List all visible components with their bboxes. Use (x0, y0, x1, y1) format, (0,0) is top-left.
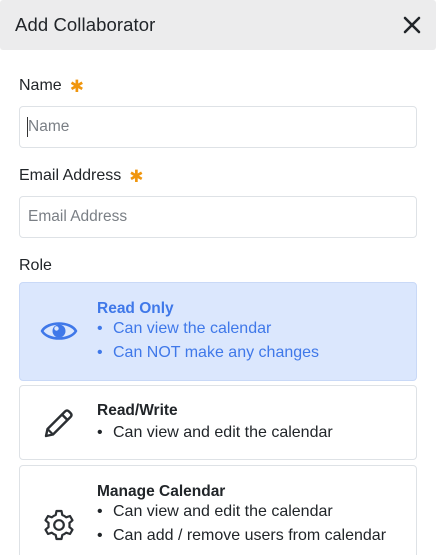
gear-icon (40, 506, 78, 544)
close-x-icon (403, 16, 421, 34)
role-option-read-write[interactable]: Read/Write • Can view and edit the calend… (19, 385, 417, 460)
email-label-text: Email Address (19, 167, 122, 184)
required-asterisk-icon: ✱ (69, 76, 84, 96)
email-input[interactable] (19, 196, 417, 238)
role-bullet: • Can NOT make any changes (97, 344, 320, 361)
email-label: Email Address ✱ (19, 167, 144, 185)
name-input[interactable] (19, 106, 417, 148)
role-title: Read Only (97, 300, 174, 317)
close-button[interactable] (400, 13, 424, 37)
role-bullet: • Can view the calendar (97, 320, 272, 337)
role-bullet: • Can view and edit the calendar (97, 424, 333, 441)
text-caret (27, 117, 28, 137)
dialog-title: Add Collaborator (15, 14, 156, 35)
dialog-header: Add Collaborator (0, 0, 436, 50)
eye-icon (40, 312, 78, 350)
role-title: Manage Calendar (97, 483, 226, 500)
role-option-manage-calendar[interactable]: Manage Calendar • Can view and edit the c… (19, 465, 417, 555)
name-label-text: Name (19, 77, 62, 94)
pencil-icon (40, 404, 78, 442)
role-bullet: • Can view and edit the calendar (97, 503, 333, 520)
required-asterisk-icon: ✱ (129, 166, 144, 186)
role-title: Read/Write (97, 402, 178, 419)
role-option-read-only[interactable]: Read Only • Can view the calendar • Can NO… (19, 282, 417, 381)
role-label-text: Role (19, 257, 52, 274)
add-collaborator-dialog: Add Collaborator Name ✱ Email Address ✱ … (0, 0, 441, 555)
role-bullet: • Can add / remove users from calendar (97, 527, 387, 544)
name-label: Name ✱ (19, 77, 84, 95)
role-label: Role (19, 257, 52, 275)
